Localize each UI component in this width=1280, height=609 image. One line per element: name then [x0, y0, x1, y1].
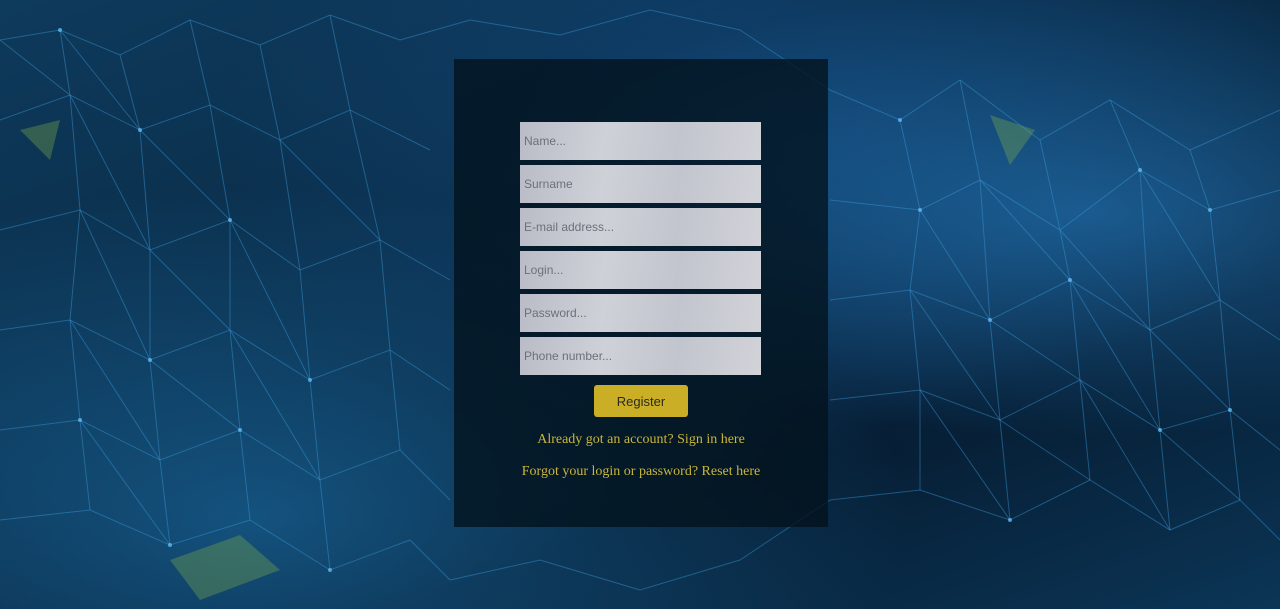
reset-link[interactable]: Forgot your login or password? Reset her… — [454, 464, 828, 480]
login-input[interactable] — [520, 251, 761, 289]
phone-input[interactable] — [520, 337, 761, 375]
email-input[interactable] — [520, 208, 761, 246]
sign-in-link[interactable]: Already got an account? Sign in here — [454, 432, 828, 448]
name-input[interactable] — [520, 122, 761, 160]
registration-panel: Registration Form Register Already got a… — [454, 59, 828, 527]
surname-input[interactable] — [520, 165, 761, 203]
register-button[interactable]: Register — [594, 385, 688, 417]
password-input[interactable] — [520, 294, 761, 332]
